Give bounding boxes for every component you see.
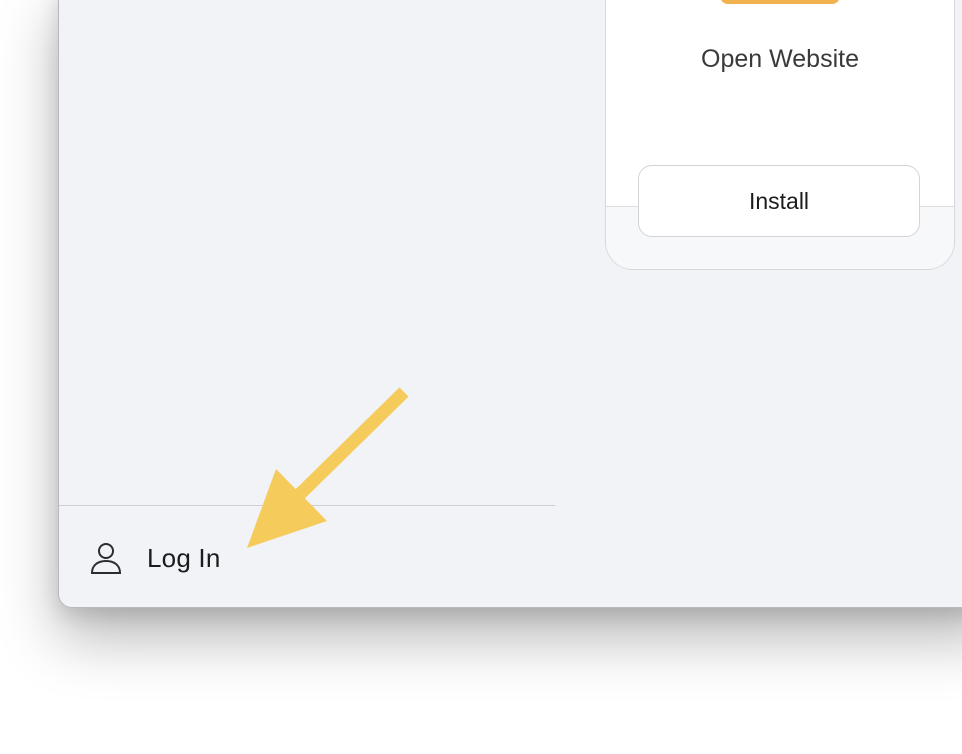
install-button[interactable]: Install (638, 165, 920, 237)
app-card-title: Open Website (701, 45, 859, 73)
screenshot-stage: Open Website Install Log In (0, 0, 962, 754)
app-window: Open Website Install Log In (58, 0, 962, 608)
login-button[interactable]: Log In (89, 538, 221, 578)
app-card-accent-bar (720, 0, 840, 4)
user-icon (89, 541, 123, 575)
login-label: Log In (147, 542, 221, 573)
sidebar-footer: Log In (59, 505, 555, 607)
app-card: Open Website Install (605, 0, 955, 270)
